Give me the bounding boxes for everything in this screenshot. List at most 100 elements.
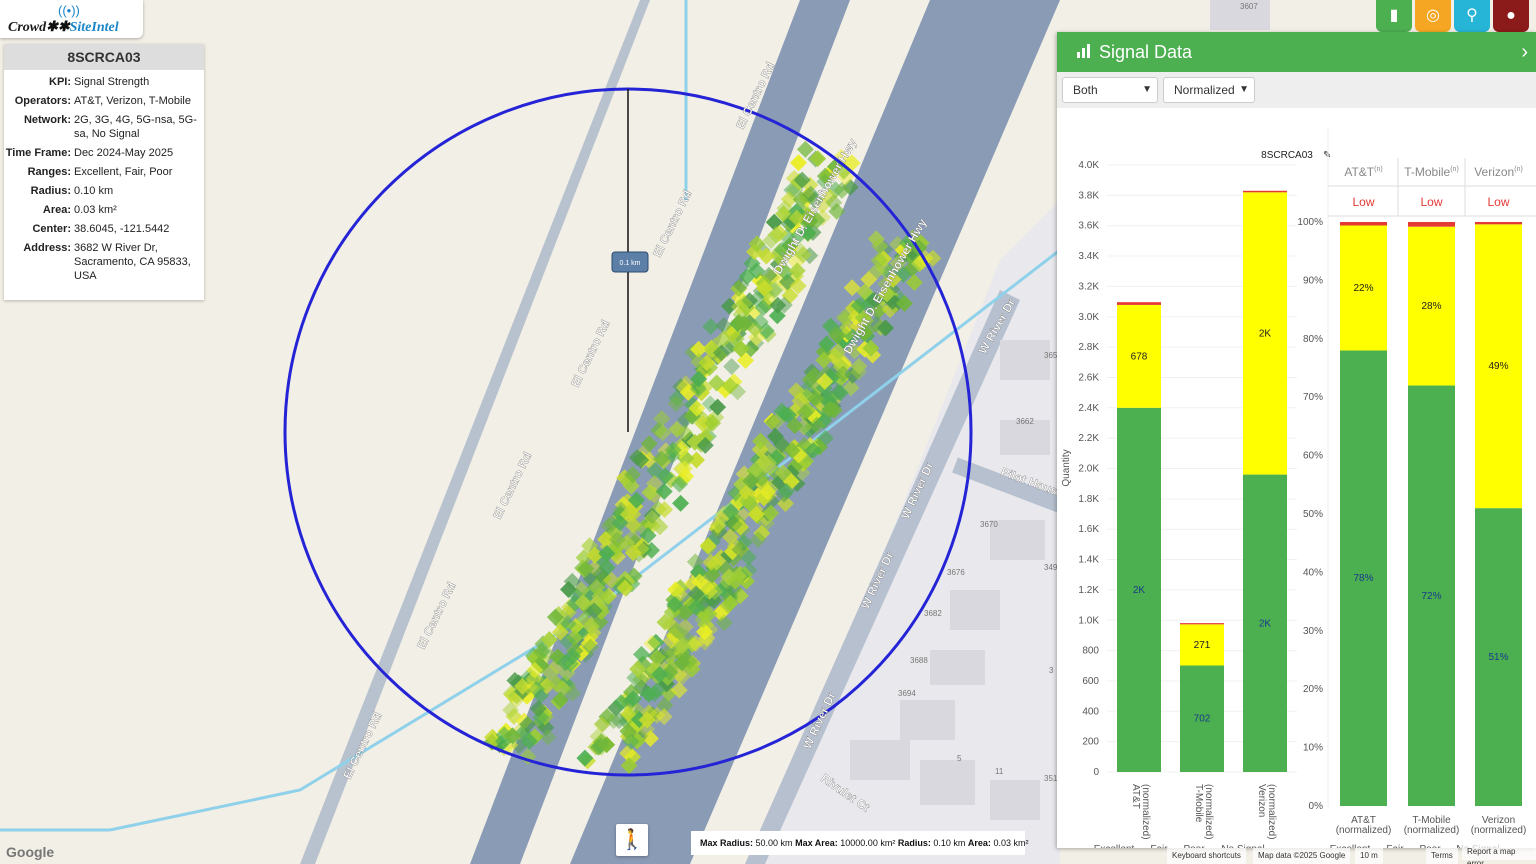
bar-data-label: 72% (1421, 591, 1441, 602)
site-info-row: KPI: Signal Strength (4, 75, 204, 89)
signal-chart-icon[interactable]: ▮ (1376, 0, 1412, 32)
y-tick-label: 1.0K (1078, 615, 1099, 626)
x-tick-label: (normalized) (1336, 825, 1392, 836)
radius-label: 0.1 km (619, 260, 640, 267)
bar-data-label: 271 (1194, 640, 1211, 651)
site-info-key: Ranges: (27, 166, 71, 178)
x-tick-label: (normalized) (1404, 825, 1460, 836)
y-tick-label: 3.4K (1078, 251, 1099, 262)
y-tick-label: 3.0K (1078, 312, 1099, 323)
y-tick-label: 2.8K (1078, 342, 1099, 353)
bar-data-label: 78% (1353, 573, 1373, 584)
location-pin-icon[interactable]: ⚲ (1454, 0, 1490, 32)
legend-label: Excellent (1094, 844, 1135, 848)
site-info-value: Excellent, Fair, Poor (74, 166, 173, 178)
y-tick-label: 0 (1093, 767, 1099, 778)
site-info-row: Center: 38.6045, -121.5442 (4, 222, 204, 236)
keyboard-shortcuts-link[interactable]: Keyboard shortcuts (1167, 848, 1246, 864)
target-icon[interactable]: ◎ (1415, 0, 1451, 32)
logo-text: Crowd✱✱SiteIntel (8, 20, 119, 35)
bar-segment[interactable] (1408, 222, 1455, 227)
y-tick-label: 30% (1303, 626, 1323, 637)
signal-panel-title: Signal Data (1099, 42, 1193, 62)
y-tick-label: 800 (1082, 646, 1099, 657)
operator-select[interactable]: Both ▼ (1062, 77, 1158, 103)
address-label: 351 (1044, 774, 1058, 783)
address-label: 3662 (1016, 417, 1034, 426)
site-info-row: Time Frame: Dec 2024-May 2025 (4, 146, 204, 160)
site-info-row: Operators: AT&T, Verizon, T-Mobile (4, 94, 204, 108)
y-tick-label: 2.2K (1078, 433, 1099, 444)
signal-charts: 8SCRCA03 ✎ Quantity 0 200 400 600 800 1.0K 1.2K 1.… (1061, 128, 1536, 848)
chart-title: 8SCRCA03 (1261, 150, 1313, 161)
site-info-key: Address: (23, 242, 71, 254)
rating-label: Low (1352, 195, 1374, 209)
y-tick-label: 0% (1309, 801, 1324, 812)
bar-segment[interactable] (1340, 222, 1387, 226)
bar-segment[interactable] (1243, 190, 1287, 193)
edit-pencil-icon[interactable]: ✎ (1323, 150, 1331, 161)
globe-icon[interactable]: ● (1493, 0, 1529, 32)
x-tick-label: (normalized) (1266, 784, 1277, 840)
rating-label: Low (1420, 195, 1442, 209)
y-tick-label: 70% (1303, 392, 1323, 403)
site-info-row: Area: 0.03 km² (4, 203, 204, 217)
y-tick-label: 1.8K (1078, 494, 1099, 505)
y-tick-label: 3.8K (1078, 190, 1099, 201)
y-tick-label: 1.2K (1078, 585, 1099, 596)
site-info-key: Operators: (14, 95, 71, 107)
site-info-value: Signal Strength (74, 76, 150, 88)
x-tick-label: (normalized) (1203, 784, 1214, 840)
y-tick-label: 1.4K (1078, 555, 1099, 566)
y-tick-label: 3.2K (1078, 281, 1099, 292)
bar-data-label: 2K (1259, 328, 1272, 339)
bar-segment[interactable] (1475, 222, 1522, 225)
stats-bar: Max Radius: 50.00 km Max Area: 10000.00 … (691, 831, 1028, 855)
legend-label: Fair (1150, 844, 1168, 848)
bar-data-label: 2K (1133, 585, 1146, 596)
bar-segment[interactable] (1180, 623, 1224, 625)
map-scale[interactable]: 10 m (1355, 848, 1383, 864)
address-label: 3694 (898, 689, 916, 698)
chevron-down-icon: ▼ (1142, 84, 1152, 95)
app-root: 0.1 km El Centro Rd El Centro Rd El Cent… (0, 0, 1536, 864)
rating-label: Low (1487, 195, 1509, 209)
street-view-pegman-icon[interactable]: 🚶 (616, 824, 648, 856)
bar-data-label: 2K (1259, 618, 1272, 629)
y-tick-label: 20% (1303, 684, 1323, 695)
y-tick-label: 40% (1303, 567, 1323, 578)
address-label: 365 (1044, 351, 1058, 360)
site-info-key: KPI: (49, 76, 71, 88)
bar-data-label: 22% (1353, 283, 1373, 294)
site-info-row: Address: 3682 W River Dr, Sacramento, CA … (4, 241, 204, 283)
site-info-value: 0.10 km (74, 185, 114, 197)
x-tick-label: AT&T (1130, 784, 1141, 809)
y-tick-label: 2.0K (1078, 464, 1099, 475)
filter-row: Both ▼ Normalized ▼ (1057, 72, 1536, 108)
y-tick-label: 90% (1303, 275, 1323, 286)
site-info-value: 0.03 km² (74, 204, 117, 216)
collapse-chevron-icon[interactable]: › (1521, 32, 1528, 72)
site-info-value: 3682 W River Dr, Sacramento, CA 95833, U… (74, 242, 191, 282)
bar-data-label: 702 (1194, 714, 1211, 725)
site-info-value: 2G, 3G, 4G, 5G-nsa, 5G-sa, No Signal (74, 114, 197, 140)
chevron-down-icon: ▼ (1239, 84, 1249, 95)
map-data-attribution: Map data ©2025 Google (1253, 848, 1351, 864)
report-error-link[interactable]: Report a map error (1462, 844, 1536, 864)
app-logo[interactable]: ((•)) Crowd✱✱SiteIntel (0, 0, 143, 38)
mode-select[interactable]: Normalized ▼ (1163, 77, 1255, 103)
y-tick-label: 3.6K (1078, 221, 1099, 232)
y-tick-label: 1.6K (1078, 524, 1099, 535)
address-label: 349 (1044, 563, 1058, 572)
bar-segment[interactable] (1117, 302, 1161, 305)
site-info-value: 38.6045, -121.5442 (74, 223, 170, 235)
operator-header: Verizon(n) (1474, 165, 1523, 179)
terms-link[interactable]: Terms (1426, 848, 1458, 864)
address-label: 5 (957, 754, 962, 763)
google-logo[interactable]: Google (6, 844, 54, 860)
antenna-icon: ((•)) (58, 3, 80, 18)
y-tick-label: 60% (1303, 451, 1323, 462)
site-info-key: Network: (23, 114, 71, 126)
y-tick-label: 10% (1303, 743, 1323, 754)
address-label: 3 (1049, 666, 1054, 675)
